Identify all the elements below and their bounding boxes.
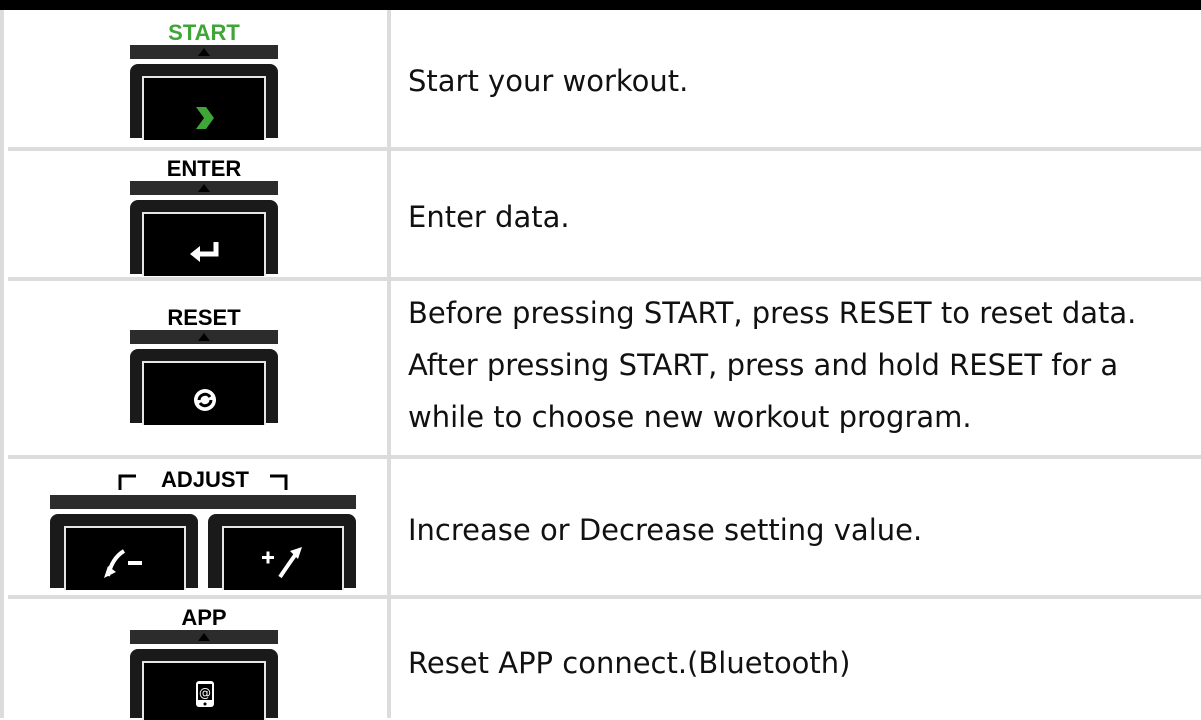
- pointer-arrow-icon: [198, 333, 210, 341]
- row-description: Start your workout.: [408, 64, 689, 98]
- increase-icon: [262, 547, 302, 579]
- reset-button[interactable]: RESET: [130, 303, 278, 425]
- reset-icon: [194, 389, 216, 411]
- enter-button-label: ENTER: [166, 156, 242, 181]
- row-divider: [8, 455, 1201, 459]
- row-divider: [8, 595, 1201, 599]
- row-description: After pressing START, press and hold RES…: [408, 348, 1119, 382]
- table-left-border: [0, 10, 4, 718]
- row-description: Before pressing START, press RESET to re…: [408, 296, 1137, 330]
- adjust-label: ADJUST: [160, 467, 249, 492]
- start-button[interactable]: START: [130, 18, 278, 140]
- row-description: Increase or Decrease setting value.: [408, 513, 923, 547]
- start-button-label: START: [168, 20, 240, 45]
- button-strip: [50, 495, 356, 509]
- reset-button-label: RESET: [167, 305, 241, 330]
- enter-icon: [190, 242, 219, 262]
- decrease-icon: [104, 549, 142, 578]
- row-divider: [8, 277, 1201, 281]
- app-button[interactable]: APP @: [130, 603, 278, 720]
- row-description: Reset APP connect.(Bluetooth): [408, 646, 851, 680]
- table-header-bar: [0, 0, 1201, 10]
- row-description: while to choose new workout program.: [408, 400, 972, 434]
- row-divider: [8, 147, 1201, 151]
- enter-button[interactable]: ENTER: [130, 154, 278, 276]
- column-divider: [387, 10, 391, 718]
- pointer-arrow-icon: [198, 184, 210, 192]
- pointer-arrow-icon: [198, 48, 210, 56]
- play-icon: [196, 107, 214, 129]
- adjust-button-group: ADJUST: [50, 463, 360, 590]
- app-icon: @: [196, 681, 214, 707]
- row-description: Enter data.: [408, 200, 570, 234]
- app-button-label: APP: [181, 605, 227, 630]
- svg-text:@: @: [199, 686, 211, 700]
- pointer-arrow-icon: [198, 633, 210, 641]
